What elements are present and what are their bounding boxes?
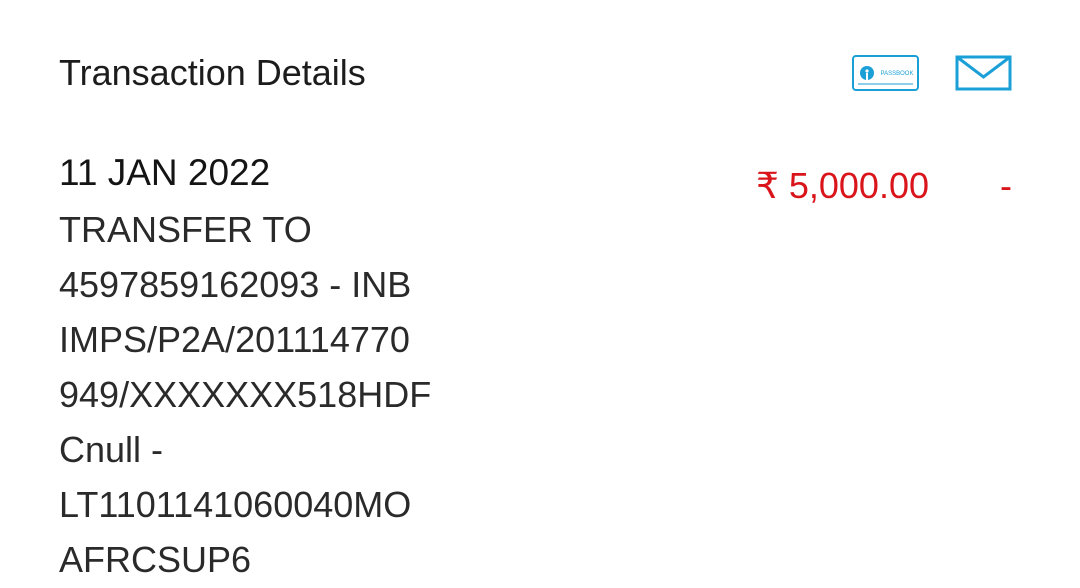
description-line: 4597859162093 - INB [59,264,412,305]
mail-icon[interactable] [955,55,1012,91]
description-line: TRANSFER TO [59,209,312,250]
passbook-icon-label: PASSBOOK [881,71,914,77]
debit-indicator: - [1000,165,1012,206]
description-line: AFRCSUP6 [59,539,252,580]
description-line: LT1101141060040MO [59,484,412,525]
transaction-card: 11 JAN 2022 TRANSFER TO 4597859162093 - … [59,148,1059,587]
transaction-description: TRANSFER TO 4597859162093 - INB IMPS/P2A… [59,202,459,587]
page-title: Transaction Details [59,52,366,93]
transaction-amount: ₹ 5,000.00 [755,165,929,206]
header: Transaction Details PASSBOOK [0,0,1080,140]
description-line: IMPS/P2A/201114770 [59,319,410,360]
passbook-icon[interactable]: PASSBOOK [852,55,919,91]
description-line: 949/XXXXXXX518HDF [59,374,432,415]
description-line: Cnull - [59,429,164,470]
